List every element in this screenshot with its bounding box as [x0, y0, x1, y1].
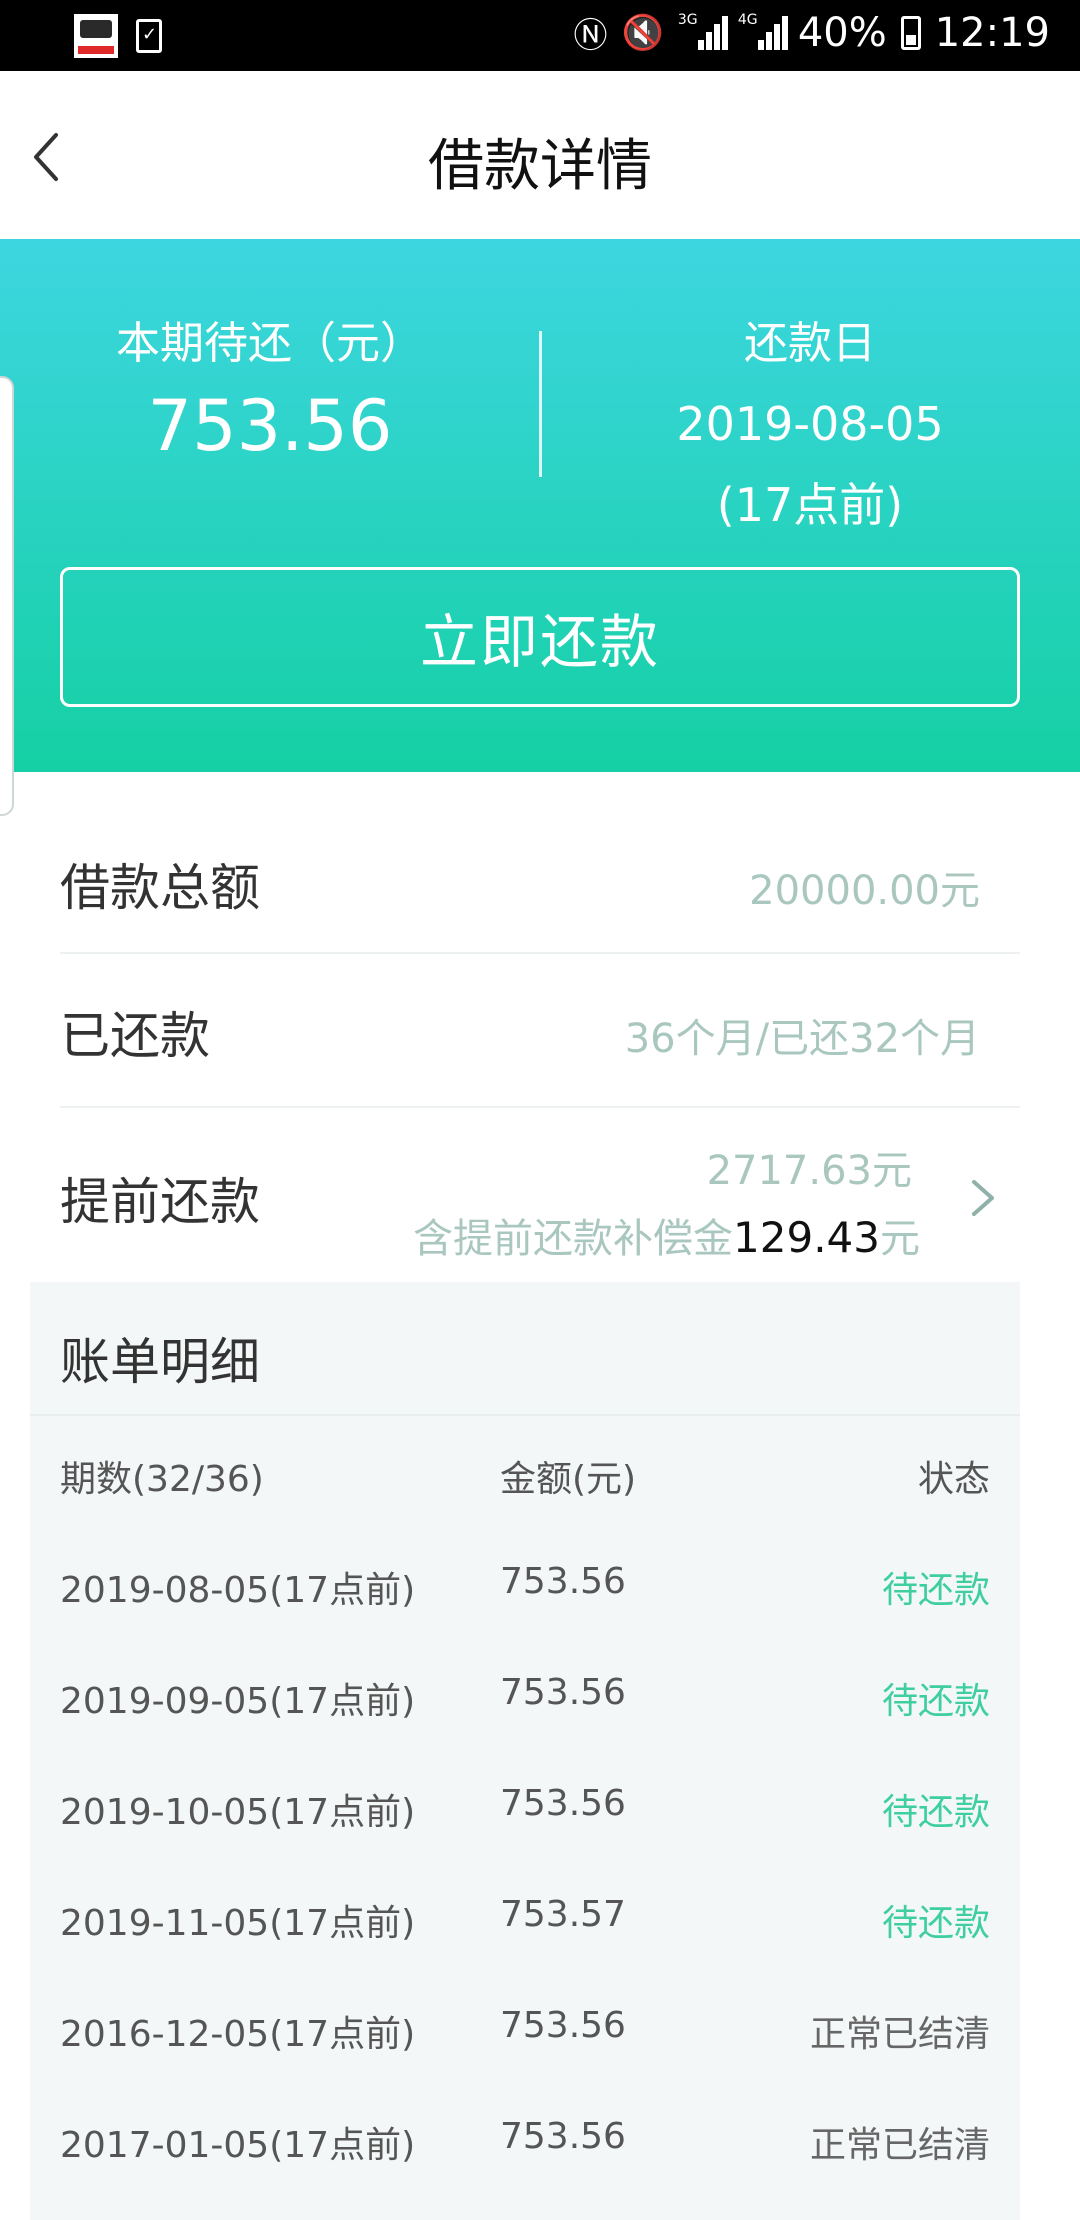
row-status: 正常已结清	[809, 2125, 990, 2166]
due-date: 2019-08-05	[676, 397, 944, 451]
bill-table-header: 期数(32/36) 金额(元) 状态	[30, 1450, 1020, 1510]
prepay-row[interactable]: 提前还款 2717.63元 含提前还款补偿金129.43元	[60, 1108, 1020, 1282]
prepay-amount: 2717.63元	[706, 1148, 912, 1194]
row-date: 2019-09-05(17点前)	[60, 1681, 416, 1722]
bill-detail-panel: 账单明细 期数(32/36) 金额(元) 状态 2019-08-05(17点前)…	[30, 1282, 1020, 2220]
due-date-block: 还款日 2019-08-05 (17点前)	[540, 307, 1080, 535]
net-label-3g: 3G	[677, 11, 698, 28]
mute-icon: 🔇	[621, 12, 664, 53]
row-date: 2016-12-05(17点前)	[60, 2014, 416, 2055]
status-right: Ⓝ 🔇 3G 4G 40% 12:19	[573, 8, 1050, 57]
row-amount: 753.56	[500, 1561, 626, 1602]
loan-total-row: 借款总额 20000.00元	[60, 772, 1020, 954]
row-amount: 753.57	[500, 1894, 626, 1935]
row-status: 待还款	[881, 1681, 990, 1722]
paid-label: 已还款	[60, 1007, 210, 1065]
row-amount: 753.56	[500, 1672, 626, 1713]
prepay-note: 含提前还款补偿金129.43元	[413, 1206, 920, 1264]
bill-title: 账单明细	[60, 1333, 260, 1391]
repayment-hero: 本期待还（元） 753.56 还款日 2019-08-05 (17点前) 立即还…	[0, 239, 1080, 772]
table-row: 2019-09-05(17点前) 753.56 待还款	[30, 1672, 1020, 1732]
status-left	[74, 14, 162, 58]
table-row: 2016-12-05(17点前) 753.56 正常已结清	[30, 2005, 1020, 2065]
page-title: 借款详情	[428, 134, 652, 199]
edge-panel-handle[interactable]	[0, 376, 14, 816]
row-status: 正常已结清	[809, 2014, 990, 2055]
table-row: 2019-10-05(17点前) 753.56 待还款	[30, 1783, 1020, 1843]
loan-total-label: 借款总额	[60, 859, 260, 917]
prepay-note-prefix: 含提前还款补偿金	[413, 1216, 734, 1262]
due-label: 本期待还（元）	[116, 318, 424, 369]
signal-4g-icon: 4G	[738, 12, 788, 50]
header: 借款详情	[0, 71, 1080, 239]
row-date: 2019-11-05(17点前)	[60, 1903, 416, 1944]
prepay-note-amount: 129.43	[733, 1213, 880, 1262]
table-row: 2017-01-05(17点前) 753.56 正常已结清	[30, 2116, 1020, 2176]
status-bar: Ⓝ 🔇 3G 4G 40% 12:19	[0, 0, 1080, 71]
bill-divider	[30, 1414, 1020, 1416]
table-row: 2019-08-05(17点前) 753.56 待还款	[30, 1561, 1020, 1621]
prepay-note-suffix: 元	[880, 1216, 920, 1262]
table-row: 2019-11-05(17点前) 753.57 待还款	[30, 1894, 1020, 1954]
col-amount: 金额(元)	[500, 1459, 637, 1500]
app-notification-icon	[74, 14, 118, 58]
loan-total-value: 20000.00元	[749, 868, 980, 914]
signal-3g-icon: 3G	[678, 12, 728, 50]
row-date: 2019-08-05(17点前)	[60, 1570, 416, 1611]
due-date-note: (17点前)	[716, 478, 904, 532]
row-status: 待还款	[881, 1792, 990, 1833]
repay-now-button[interactable]: 立即还款	[60, 567, 1020, 707]
col-status: 状态	[917, 1459, 990, 1500]
task-notification-icon	[136, 19, 162, 53]
net-label-4g: 4G	[737, 11, 758, 28]
due-amount-block: 本期待还（元） 753.56	[0, 307, 540, 467]
row-date: 2017-01-05(17点前)	[60, 2125, 416, 2166]
due-amount: 753.56	[147, 385, 393, 467]
row-amount: 753.56	[500, 2005, 626, 2046]
paid-row: 已还款 36个月/已还32个月	[60, 954, 1020, 1108]
prepay-label: 提前还款	[60, 1173, 260, 1231]
col-period: 期数(32/36)	[60, 1459, 264, 1500]
row-status: 待还款	[881, 1903, 990, 1944]
chevron-right-icon[interactable]	[968, 1176, 998, 1220]
row-amount: 753.56	[500, 2116, 626, 2157]
paid-value: 36个月/已还32个月	[624, 1016, 980, 1062]
battery-icon	[900, 15, 921, 50]
battery-percent: 40%	[797, 9, 887, 56]
clock: 12:19	[934, 9, 1050, 56]
row-status: 待还款	[881, 1570, 990, 1611]
due-date-label: 还款日	[744, 318, 876, 369]
row-amount: 753.56	[500, 1783, 626, 1824]
row-date: 2019-10-05(17点前)	[60, 1792, 416, 1833]
nfc-icon: Ⓝ	[573, 16, 608, 56]
